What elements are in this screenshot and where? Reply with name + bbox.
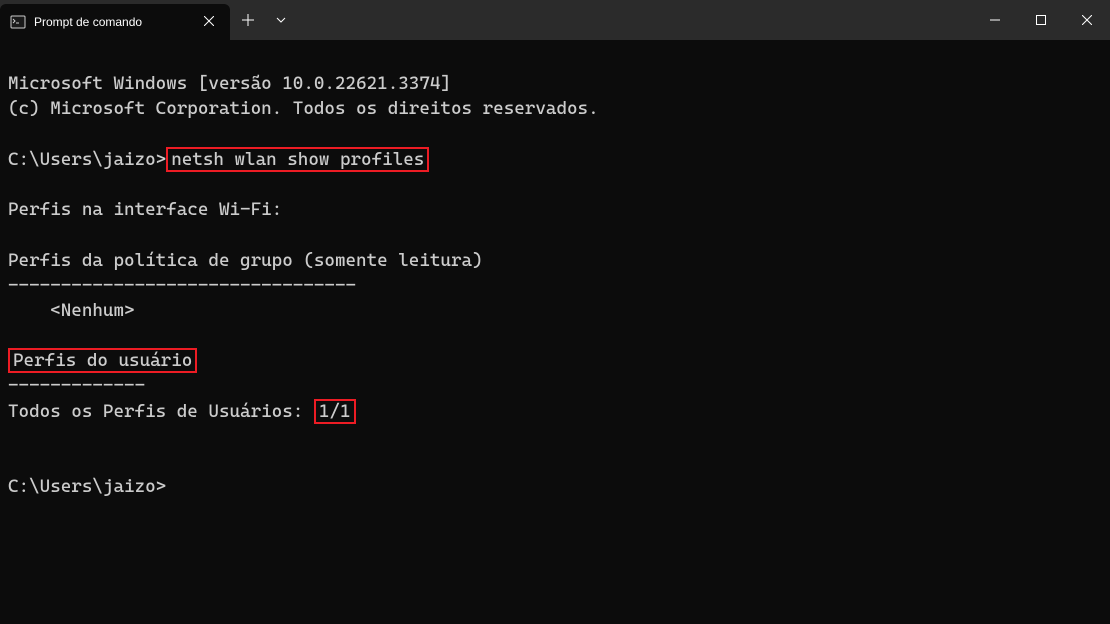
profile-label: Todos os Perfis de Usuários: <box>8 401 314 422</box>
close-tab-button[interactable] <box>198 12 220 32</box>
divider: --------------------------------- <box>8 273 1102 298</box>
highlighted-user-profiles: Perfis do usuário <box>8 348 197 373</box>
maximize-button[interactable] <box>1018 0 1064 40</box>
highlighted-profile-value: 1/1 <box>314 399 356 424</box>
divider: ------------- <box>8 373 1102 398</box>
profile-entry-line: Todos os Perfis de Usuários: 1/1 <box>8 399 1102 424</box>
window-titlebar: Prompt de comando <box>0 0 1110 40</box>
section-header: Perfis na interface Wi-Fi: <box>8 197 1102 222</box>
close-window-button[interactable] <box>1064 0 1110 40</box>
group-policy-header: Perfis da política de grupo (somente lei… <box>8 248 1102 273</box>
window-controls <box>972 0 1110 40</box>
titlebar-tabs: Prompt de comando <box>0 0 296 40</box>
tab-dropdown-button[interactable] <box>266 0 296 40</box>
tab-title: Prompt de comando <box>34 15 190 29</box>
copyright-line: (c) Microsoft Corporation. Todos os dire… <box>8 96 1102 121</box>
prompt: C:\Users\jaizo> <box>8 149 166 170</box>
active-tab[interactable]: Prompt de comando <box>0 4 230 40</box>
highlighted-command: netsh wlan show profiles <box>166 147 429 172</box>
command-line: C:\Users\jaizo>netsh wlan show profiles <box>8 147 1102 172</box>
prompt-line: C:\Users\jaizo> <box>8 474 1102 499</box>
new-tab-button[interactable] <box>230 0 266 40</box>
none-entry: <Nenhum> <box>8 298 1102 323</box>
user-profiles-line: Perfis do usuário <box>8 348 1102 373</box>
minimize-button[interactable] <box>972 0 1018 40</box>
terminal-icon <box>10 14 26 30</box>
terminal-output[interactable]: Microsoft Windows [versão 10.0.22621.337… <box>0 40 1110 531</box>
version-line: Microsoft Windows [versão 10.0.22621.337… <box>8 71 1102 96</box>
